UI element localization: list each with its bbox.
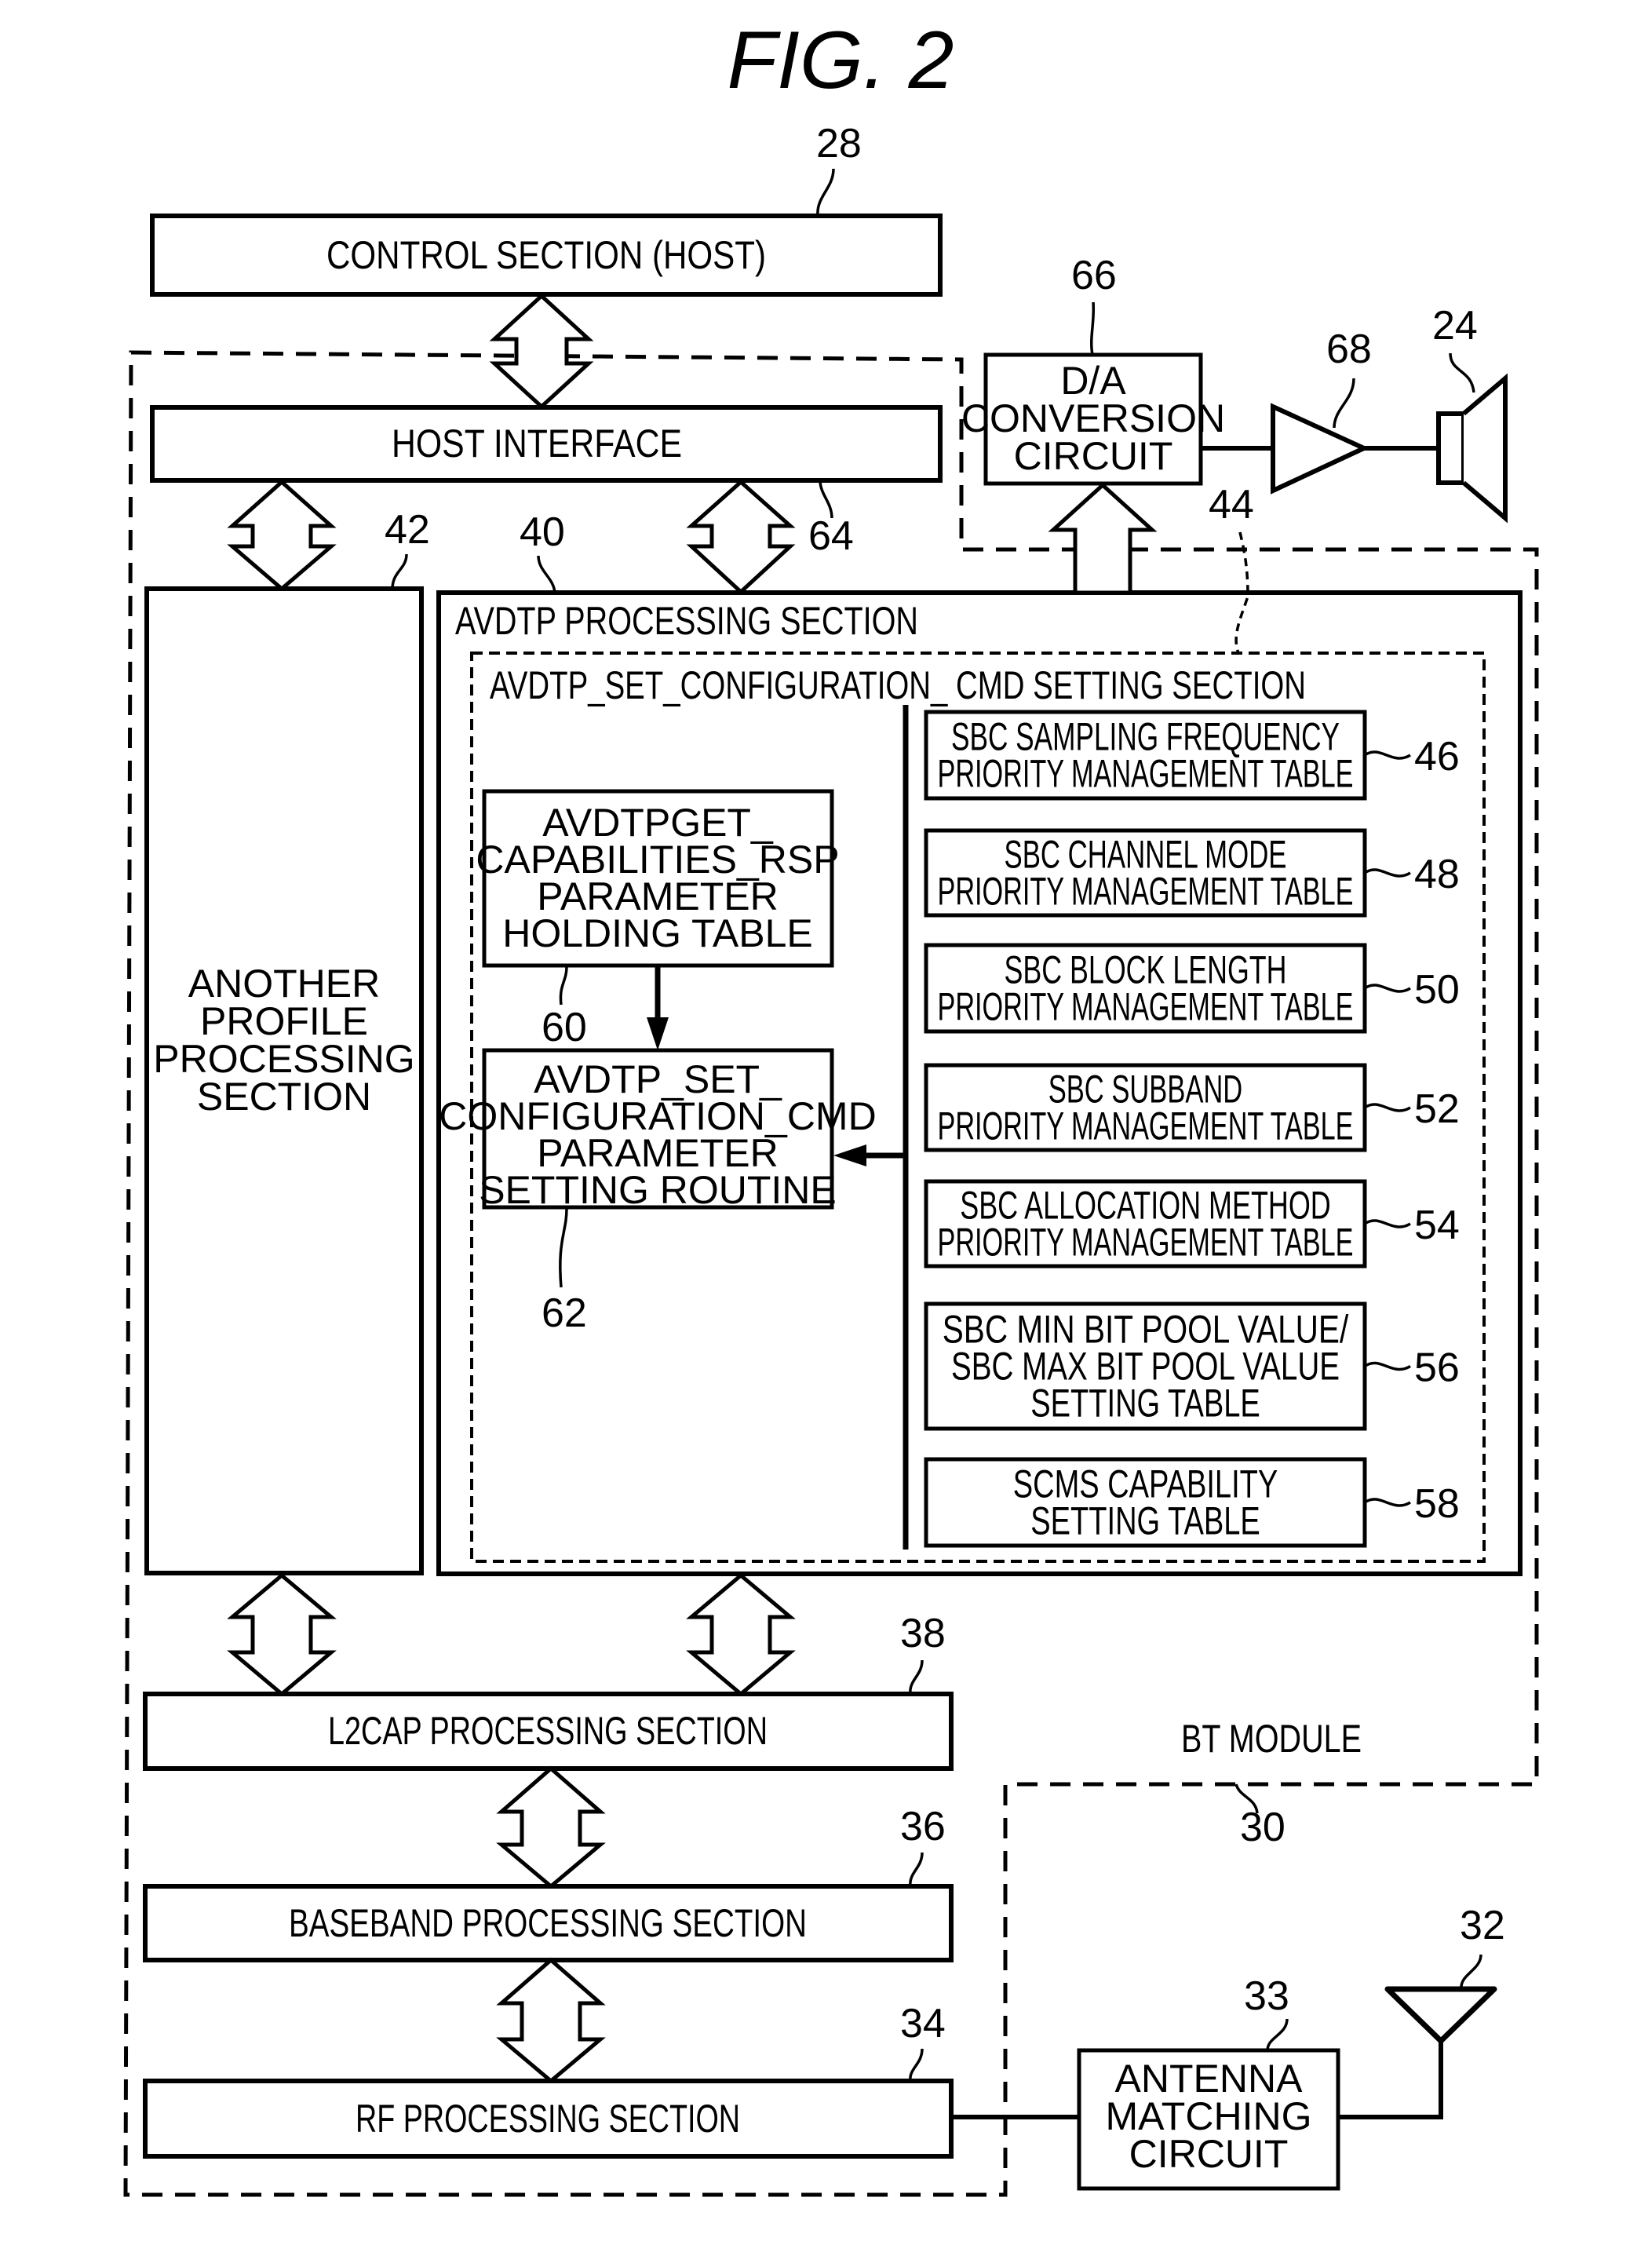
another-profile-line-4: SECTION: [197, 1075, 371, 1119]
bidirectional-arrow-l2cap-baseband: [496, 1765, 606, 1889]
bidirectional-arrow-baseband-rf: [496, 1957, 606, 2084]
ref-30: 30: [1240, 1805, 1285, 1850]
ref-52: 52: [1414, 1086, 1460, 1132]
ref-36: 36: [900, 1804, 946, 1849]
leader-34: [909, 2048, 924, 2082]
set-config-setting-label: AVDTP_SET_CONFIGURATION_ CMD SETTING SEC…: [490, 663, 1306, 707]
priority-table-line: PRIORITY MANAGEMENT TABLE: [938, 752, 1354, 796]
antenna-matching-line-3: CIRCUIT: [1129, 2132, 1289, 2176]
amplifier-triangle-icon: [1271, 403, 1370, 495]
bidirectional-arrow-profile: [227, 479, 337, 592]
ref-56: 56: [1414, 1345, 1460, 1391]
leader-66: [1089, 301, 1096, 356]
priority-table-line: PRIORITY MANAGEMENT TABLE: [938, 1221, 1354, 1265]
ref-66: 66: [1071, 253, 1117, 298]
figure-title: FIG. 2: [728, 15, 954, 106]
set-config-routine-line-4: SETTING ROUTINE: [479, 1168, 837, 1212]
ref-42: 42: [385, 507, 430, 553]
priority-table-line: PRIORITY MANAGEMENT TABLE: [938, 870, 1354, 914]
antenna-matching-block: ANTENNA MATCHING CIRCUIT: [1077, 2048, 1340, 2191]
leader-42: [391, 553, 408, 590]
control-section-label: CONTROL SECTION (HOST): [326, 233, 766, 277]
leader-32: [1460, 1954, 1482, 1990]
baseband-block: BASEBAND PROCESSING SECTION: [143, 1884, 954, 1962]
ref-44: 44: [1209, 482, 1254, 527]
ref-32: 32: [1460, 1903, 1505, 1948]
priority-table-line: PRIORITY MANAGEMENT TABLE: [938, 1104, 1354, 1148]
ref-68: 68: [1326, 327, 1372, 372]
another-profile-block: ANOTHER PROFILE PROCESSING SECTION: [144, 586, 424, 1575]
bidirectional-arrow-avdtp: [686, 479, 796, 595]
ref-54: 54: [1414, 1203, 1460, 1248]
control-section-block: CONTROL SECTION (HOST): [150, 214, 943, 297]
speaker-icon: [1436, 373, 1508, 524]
audio-output-arrow: [1048, 482, 1158, 595]
leader-68: [1333, 378, 1355, 429]
ref-50: 50: [1414, 967, 1460, 1013]
ref-40: 40: [520, 509, 565, 555]
priority-table-line: SETTING TABLE: [1030, 1382, 1260, 1425]
ref-34: 34: [900, 2001, 946, 2046]
avdtp-processing-label: AVDTP PROCESSING SECTION: [455, 599, 918, 643]
ref-62: 62: [542, 1290, 587, 1336]
block-diagram: FIG. 2 CONTROL SECTION (HOST) 28 HOST IN…: [123, 15, 1539, 2197]
get-capabilities-table-block: AVDTPGET_ CAPABILITIES_RSP PARAMETER HOL…: [476, 789, 840, 968]
antenna-icon: [1384, 1986, 1497, 2044]
leader-28: [816, 168, 835, 217]
ref-64: 64: [808, 513, 854, 559]
bidirectional-arrow-host: [489, 293, 594, 410]
host-interface-block: HOST INTERFACE: [150, 405, 943, 483]
leader-33: [1266, 2018, 1289, 2051]
ref-24: 24: [1432, 303, 1478, 349]
ref-58: 58: [1414, 1481, 1460, 1527]
leader-64: [819, 480, 833, 519]
leader-24: [1449, 352, 1475, 393]
l2cap-block: L2CAP PROCESSING SECTION: [143, 1692, 954, 1771]
leader-38: [909, 1659, 924, 1695]
matching-to-antenna-line: [1338, 2041, 1443, 2119]
set-config-routine-block: AVDTP_SET_ CONFIGURATION_CMD PARAMETER S…: [439, 1048, 877, 1212]
baseband-label: BASEBAND PROCESSING SECTION: [289, 1901, 807, 1945]
da-conversion-line-3: CIRCUIT: [1014, 434, 1173, 478]
host-interface-label: HOST INTERFACE: [392, 422, 682, 465]
priority-table-line: PRIORITY MANAGEMENT TABLE: [938, 985, 1354, 1029]
ref-60: 60: [542, 1005, 587, 1050]
da-conversion-block: D/A CONVERSION CIRCUIT: [961, 352, 1225, 486]
priority-table-line: SETTING TABLE: [1030, 1499, 1260, 1543]
bidirectional-arrow-profile-l2cap: [227, 1572, 337, 1697]
bt-module-label: BT MODULE: [1181, 1717, 1362, 1761]
ref-33: 33: [1244, 1973, 1289, 2019]
get-capabilities-line-4: HOLDING TABLE: [502, 911, 812, 955]
ref-48: 48: [1414, 852, 1460, 897]
l2cap-label: L2CAP PROCESSING SECTION: [328, 1709, 768, 1753]
ref-46: 46: [1414, 734, 1460, 779]
leader-40: [537, 555, 556, 593]
leader-36: [909, 1852, 924, 1887]
rf-block: RF PROCESSING SECTION: [143, 2079, 954, 2159]
bidirectional-arrow-avdtp-l2cap: [686, 1572, 796, 1697]
ref-28: 28: [816, 121, 862, 166]
ref-38: 38: [900, 1611, 946, 1656]
rf-label: RF PROCESSING SECTION: [356, 2097, 740, 2141]
